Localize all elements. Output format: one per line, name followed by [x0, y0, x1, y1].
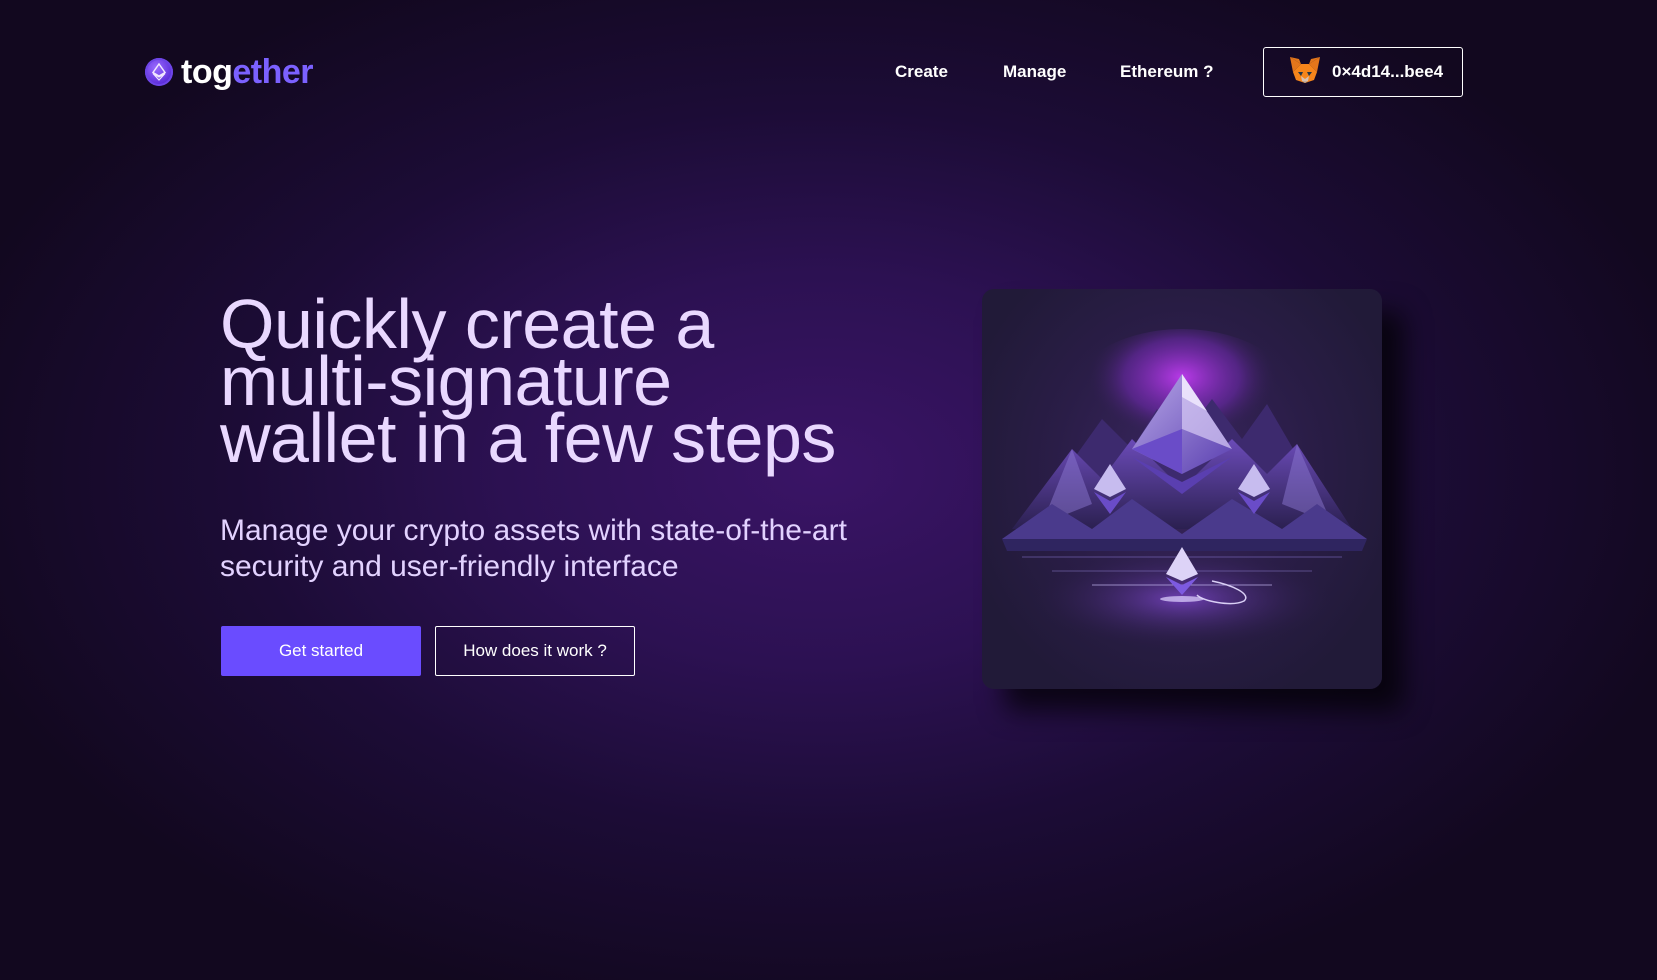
- top-nav: together Create Manage Ethereum ? 0×4d14…: [0, 0, 1657, 145]
- ethereum-icon: [145, 58, 173, 86]
- metamask-fox-icon: [1288, 55, 1322, 90]
- hero-title: Quickly create a multi-signature wallet …: [220, 289, 940, 477]
- brand-name: together: [181, 53, 313, 91]
- how-it-works-button[interactable]: How does it work ?: [435, 626, 635, 676]
- brand-logo[interactable]: together: [145, 52, 313, 92]
- ethereum-mountains-illustration: [982, 289, 1382, 689]
- hero-subtitle-line: security and user-friendly interface: [220, 550, 679, 583]
- nav-link-manage[interactable]: Manage: [1003, 60, 1066, 84]
- get-started-button[interactable]: Get started: [221, 626, 421, 676]
- wallet-address: 0×4d14...bee4: [1332, 62, 1444, 81]
- hero-subtitle: Manage your crypto assets with state-of-…: [220, 513, 940, 585]
- hero-title-line: wallet in a few steps: [220, 399, 836, 477]
- hero-subtitle-line: Manage your crypto assets with state-of-…: [220, 514, 847, 547]
- wallet-connect-button[interactable]: 0×4d14...bee4: [1263, 47, 1463, 97]
- nav-link-create[interactable]: Create: [895, 60, 948, 84]
- nav-link-network[interactable]: Ethereum ?: [1120, 60, 1214, 84]
